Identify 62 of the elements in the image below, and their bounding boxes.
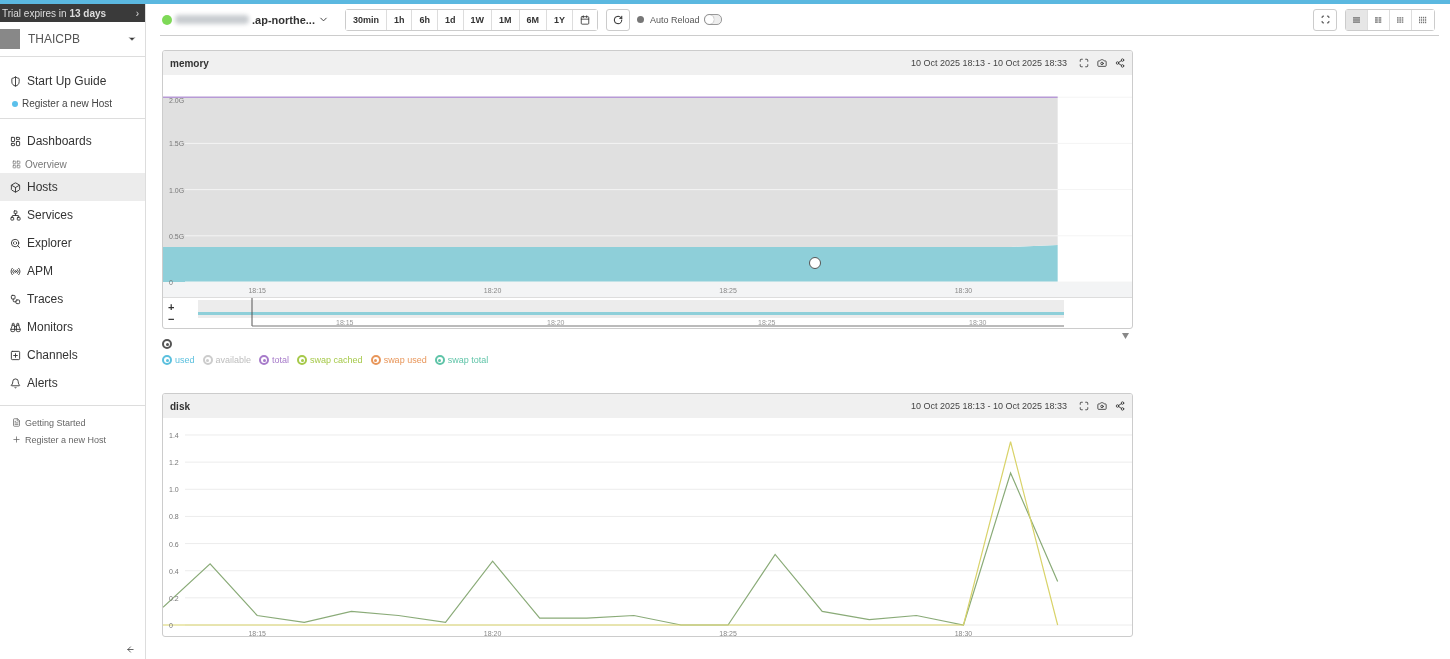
nav-item[interactable]: Channels xyxy=(0,341,145,369)
legend-item[interactable]: total xyxy=(259,355,290,365)
panel-title: disk xyxy=(170,400,191,412)
nav-item[interactable]: Alerts xyxy=(0,369,145,397)
dropdown-triangle-icon[interactable] xyxy=(1122,333,1129,339)
nav-item[interactable]: Hosts xyxy=(0,173,145,201)
organization-selector[interactable]: THAICPB xyxy=(0,22,145,57)
search-icon xyxy=(10,237,21,249)
expand-icon[interactable] xyxy=(1079,401,1089,411)
toggle-all-icon[interactable] xyxy=(162,339,172,349)
cursor-marker xyxy=(809,257,821,269)
bell-icon xyxy=(10,377,21,389)
camera-icon[interactable] xyxy=(1097,58,1107,68)
refresh-icon xyxy=(613,14,624,25)
square-plus-icon xyxy=(10,349,21,361)
grid-icon xyxy=(1397,15,1404,24)
layout-button[interactable] xyxy=(1346,9,1368,30)
footer-link[interactable]: Register a new Host xyxy=(0,431,145,448)
nav-item[interactable]: Explorer xyxy=(0,229,145,257)
time-range: 10 Oct 2025 18:13 - 10 Oct 2025 18:33 xyxy=(910,58,1067,68)
grid-icon xyxy=(1419,15,1427,24)
host-selector[interactable]: .ap-northe... xyxy=(162,13,329,26)
calendar-icon xyxy=(580,14,591,25)
guide-title[interactable]: Start Up Guide xyxy=(0,67,145,95)
expand-icon[interactable] xyxy=(1079,58,1089,68)
zoom-out-button[interactable]: − xyxy=(168,313,198,325)
network-icon xyxy=(10,209,21,221)
camera-icon[interactable] xyxy=(1097,401,1107,411)
grid-icon xyxy=(12,159,21,169)
list-icon xyxy=(1353,15,1360,24)
panel-title: memory xyxy=(170,57,210,69)
share-icon[interactable] xyxy=(1115,58,1125,68)
nav-item[interactable]: Services xyxy=(0,201,145,229)
auto-reload-label: Auto Reload xyxy=(650,14,700,25)
nav-item[interactable]: Traces xyxy=(0,285,145,313)
cube-icon xyxy=(10,181,21,193)
binoculars-icon xyxy=(10,321,21,333)
scan-icon xyxy=(1320,15,1330,24)
nav-item[interactable]: Monitors xyxy=(0,313,145,341)
refresh-button[interactable] xyxy=(606,8,631,31)
footer-link[interactable]: Getting Started xyxy=(0,414,145,431)
grid-icon xyxy=(1375,15,1382,24)
shield-icon xyxy=(10,75,21,87)
auto-reload-toggle[interactable] xyxy=(703,14,722,25)
document-icon xyxy=(12,418,21,427)
workflow-icon xyxy=(10,293,21,305)
share-icon[interactable] xyxy=(1115,401,1125,411)
nav-item[interactable]: Dashboards xyxy=(0,127,145,155)
guide-step[interactable]: Register a new Host xyxy=(0,95,145,112)
range-button[interactable]: 30min xyxy=(345,9,387,30)
collapse-icon[interactable] xyxy=(126,645,135,654)
plus-icon xyxy=(12,435,21,444)
nav-item[interactable]: APM xyxy=(0,257,145,285)
fit-button[interactable] xyxy=(1313,8,1337,31)
nav-item[interactable]: Overview xyxy=(0,155,145,173)
caret-icon xyxy=(127,34,137,44)
trial-banner[interactable]: Trial expires in 13 days › xyxy=(0,4,145,22)
antenna-icon xyxy=(10,265,21,277)
zoom-in-button[interactable]: + xyxy=(168,301,198,313)
time-range: 10 Oct 2025 18:13 - 10 Oct 2025 18:33 xyxy=(910,401,1067,411)
dashboard-icon xyxy=(10,135,21,147)
status-dot xyxy=(637,16,645,23)
